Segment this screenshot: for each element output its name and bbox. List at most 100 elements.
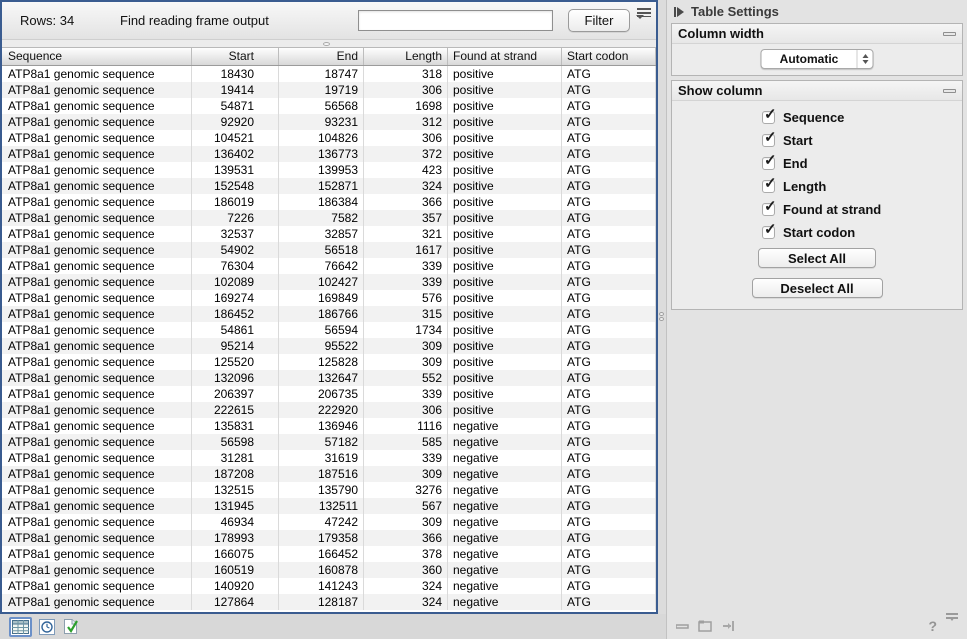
column-header-length[interactable]: Length [364,48,448,65]
table-cell: positive [448,114,562,130]
column-header-end[interactable]: End [279,48,364,65]
table-row[interactable]: ATP8a1 genomic sequence169274169849576po… [2,290,656,306]
table-cell: 186384 [279,194,364,210]
horizontal-splitter[interactable] [2,39,656,48]
table-row[interactable]: ATP8a1 genomic sequence166075166452378ne… [2,546,656,562]
table-row[interactable]: ATP8a1 genomic sequence132096132647552po… [2,370,656,386]
column-header-strand[interactable]: Found at strand [448,48,562,65]
table-menu-icon[interactable] [636,8,652,23]
table-cell: 206397 [192,386,279,402]
show-column-option[interactable]: End [672,152,962,175]
table-row[interactable]: ATP8a1 genomic sequence102089102427339po… [2,274,656,290]
table-cell: 136773 [279,146,364,162]
table-row[interactable]: ATP8a1 genomic sequence54861565941734pos… [2,322,656,338]
panel-menu-icon[interactable] [946,613,958,639]
table-cell: 318 [364,66,448,82]
table-cell: 47242 [279,514,364,530]
table-row[interactable]: ATP8a1 genomic sequence127864128187324ne… [2,594,656,610]
float-panel-icon[interactable] [698,620,713,632]
table-cell: ATG [562,114,656,130]
table-cell: 32537 [192,226,279,242]
table-cell: 357 [364,210,448,226]
table-row[interactable]: ATP8a1 genomic sequence1325151357903276n… [2,482,656,498]
table-row[interactable]: ATP8a1 genomic sequence125520125828309po… [2,354,656,370]
table-row[interactable]: ATP8a1 genomic sequence186452186766315po… [2,306,656,322]
table-cell: positive [448,66,562,82]
column-width-select[interactable]: Automatic [761,49,874,69]
table-row[interactable]: ATP8a1 genomic sequence3128131619339nega… [2,450,656,466]
table-cell: 125828 [279,354,364,370]
table-row[interactable]: ATP8a1 genomic sequence131945132511567ne… [2,498,656,514]
column-header-sequence[interactable]: Sequence [2,48,192,65]
table-row[interactable]: ATP8a1 genomic sequence72267582357positi… [2,210,656,226]
show-column-option[interactable]: Found at strand [672,198,962,221]
table-row[interactable]: ATP8a1 genomic sequence9292093231312posi… [2,114,656,130]
table-row[interactable]: ATP8a1 genomic sequence140920141243324ne… [2,578,656,594]
checkbox[interactable] [762,203,775,216]
table-row[interactable]: ATP8a1 genomic sequence178993179358366ne… [2,530,656,546]
table-view-icon[interactable] [9,617,32,637]
table-cell: 18747 [279,66,364,82]
checkbox[interactable] [762,180,775,193]
checkbox[interactable] [762,157,775,170]
table-cell: ATP8a1 genomic sequence [2,514,192,530]
show-column-group-header[interactable]: Show column [672,81,962,101]
table-row[interactable]: ATP8a1 genomic sequence54871565681698pos… [2,98,656,114]
checkbox-label: Start [783,133,813,148]
table-row[interactable]: ATP8a1 genomic sequence7630476642339posi… [2,258,656,274]
table-row[interactable]: ATP8a1 genomic sequence54902565181617pos… [2,242,656,258]
checkbox[interactable] [762,111,775,124]
table-row[interactable]: ATP8a1 genomic sequence187208187516309ne… [2,466,656,482]
table-row[interactable]: ATP8a1 genomic sequence136402136773372po… [2,146,656,162]
table-cell: 186766 [279,306,364,322]
table-cell: 132515 [192,482,279,498]
table-row[interactable]: ATP8a1 genomic sequence152548152871324po… [2,178,656,194]
table-cell: 139531 [192,162,279,178]
table-cell: 552 [364,370,448,386]
column-width-group-body: Automatic [672,44,962,75]
filter-button[interactable]: Filter [568,9,630,32]
column-header-start[interactable]: Start [192,48,279,65]
table-row[interactable]: ATP8a1 genomic sequence1843018747318posi… [2,66,656,82]
filter-input[interactable] [358,10,553,31]
help-icon[interactable]: ? [928,618,937,634]
show-column-option[interactable]: Start [672,129,962,152]
table-cell: 178993 [192,530,279,546]
minimize-panel-icon[interactable] [676,621,689,631]
show-column-option[interactable]: Length [672,175,962,198]
table-cell: ATP8a1 genomic sequence [2,482,192,498]
table-row[interactable]: ATP8a1 genomic sequence3253732857321posi… [2,226,656,242]
table-row[interactable]: ATP8a1 genomic sequence160519160878360ne… [2,562,656,578]
show-column-option[interactable]: Start codon [672,221,962,244]
table-row[interactable]: ATP8a1 genomic sequence186019186384366po… [2,194,656,210]
column-width-group-header[interactable]: Column width [672,24,962,44]
table-row[interactable]: ATP8a1 genomic sequence139531139953423po… [2,162,656,178]
history-view-icon[interactable] [39,619,56,635]
checkbox[interactable] [762,134,775,147]
table-cell: ATG [562,146,656,162]
table-cell: 166452 [279,546,364,562]
table-cell: ATG [562,178,656,194]
element-info-view-icon[interactable] [63,618,79,635]
collapse-minus-icon[interactable] [943,32,956,36]
table-row[interactable]: ATP8a1 genomic sequence9521495522309posi… [2,338,656,354]
dock-panel-icon[interactable] [722,620,736,632]
select-all-button[interactable]: Select All [758,248,876,268]
table-cell: ATG [562,498,656,514]
sidebar-expand-icon[interactable] [674,7,684,17]
collapse-minus-icon[interactable] [943,89,956,93]
table-cell: 132511 [279,498,364,514]
table-cell: ATG [562,594,656,610]
table-row[interactable]: ATP8a1 genomic sequence222615222920306po… [2,402,656,418]
table-row[interactable]: ATP8a1 genomic sequence1941419719306posi… [2,82,656,98]
table-row[interactable]: ATP8a1 genomic sequence104521104826306po… [2,130,656,146]
panel-splitter[interactable] [658,0,666,614]
column-header-codon[interactable]: Start codon [562,48,656,65]
table-row[interactable]: ATP8a1 genomic sequence4693447242309nega… [2,514,656,530]
table-row[interactable]: ATP8a1 genomic sequence1358311369461116n… [2,418,656,434]
checkbox[interactable] [762,226,775,239]
deselect-all-button[interactable]: Deselect All [752,278,883,298]
table-row[interactable]: ATP8a1 genomic sequence5659857182585nega… [2,434,656,450]
show-column-option[interactable]: Sequence [672,106,962,129]
table-row[interactable]: ATP8a1 genomic sequence206397206735339po… [2,386,656,402]
